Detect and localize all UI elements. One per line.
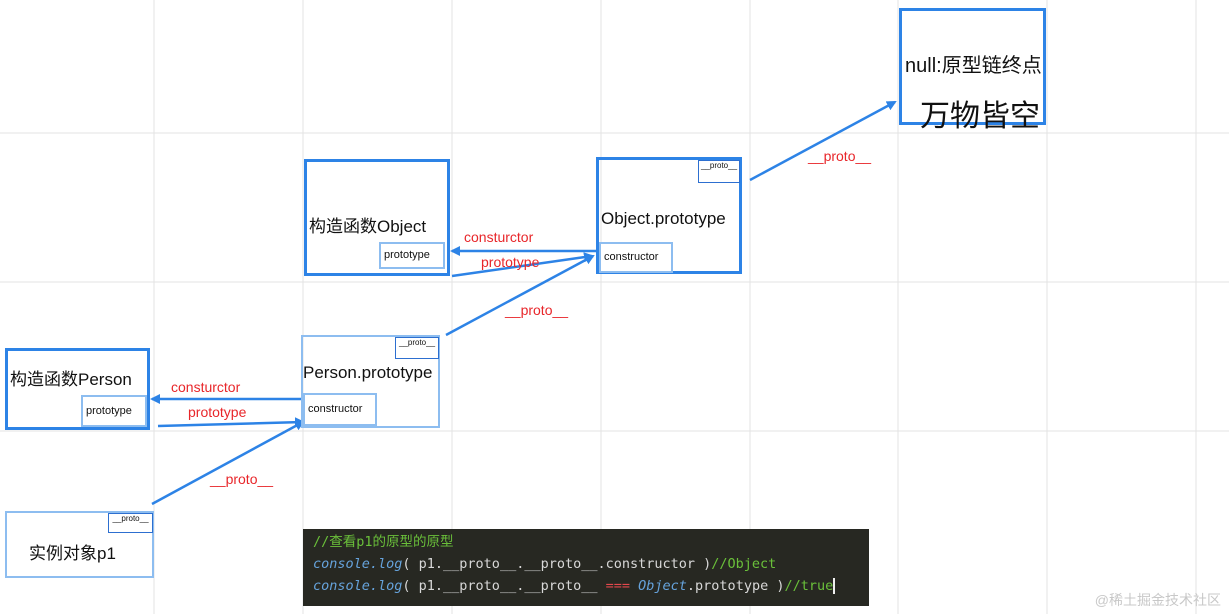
arrow-object-proto-to-null [749,100,897,182]
code-line-2-fn: console.log [313,578,403,594]
label-object-proto-to-null: __proto__ [808,148,872,164]
null-node: null:原型链终点 万物皆空 [899,8,1046,133]
arrow-person-prototype [157,417,305,428]
person-constructor-node: 构造函数Person prototype [5,348,150,430]
code-line-1-body: ( p1.__proto__.__proto__.constructor ) [402,556,712,572]
label-person-prototype: prototype [188,404,247,420]
text-cursor [833,578,836,594]
person-constructor-title: 构造函数Person [10,370,132,389]
instance-p1-title: 实例对象p1 [29,544,116,563]
label-instance-to-person-proto: __proto__ [210,471,274,487]
code-line-2-op: === [605,578,630,594]
arrow-instance-to-person-proto [151,420,305,506]
code-line-2-comment: //true [784,578,834,594]
code-line-1-comment: //Object [711,556,777,572]
object-prototype-constructor-tag: constructor [599,242,673,273]
object-constructor-prototype-tag: prototype [379,242,445,269]
code-line-2-body-a: ( p1.__proto__.__proto__ [402,578,606,594]
code-line-2: console.log( p1.__proto__.__proto__ === … [313,575,869,597]
code-line-2-obj: Object [638,578,687,594]
object-constructor-title: 构造函数Object [309,217,427,236]
code-line-2-body-b: .prototype ) [686,578,785,594]
code-snippet: //查看p1的原型的原型 console.log( p1.__proto__._… [303,529,869,606]
instance-p1-proto-tag: __proto__ [108,513,153,533]
code-comment: //查看p1的原型的原型 [313,534,454,550]
watermark: @稀土掘金技术社区 [1094,592,1221,608]
code-line-1: console.log( p1.__proto__.__proto__.cons… [313,553,869,575]
person-prototype-proto-tag: __proto__ [395,337,439,359]
code-comment-line: //查看p1的原型的原型 [313,531,869,553]
label-object-prototype: prototype [481,254,540,270]
null-node-subtitle: 万物皆空 [920,100,1040,133]
null-node-title: null:原型链终点 [905,55,1042,77]
label-person-proto-to-object-proto: __proto__ [505,302,569,318]
person-prototype-constructor-tag: constructor [303,393,377,426]
object-prototype-title: Object.prototype [601,209,726,228]
code-line-1-fn: console.log [313,556,403,572]
instance-p1-node: __proto__ 实例对象p1 [5,511,154,578]
object-prototype-node: __proto__ Object.prototype constructor [596,157,742,274]
object-prototype-proto-tag: __proto__ [698,160,740,183]
label-person-constructor: consturctor [171,379,241,395]
person-constructor-prototype-tag: prototype [81,395,147,427]
label-object-constructor: consturctor [464,229,534,245]
person-prototype-node: __proto__ Person.prototype constructor [301,335,440,428]
object-constructor-node: 构造函数Object prototype [304,159,450,276]
person-prototype-title: Person.prototype [303,363,433,382]
